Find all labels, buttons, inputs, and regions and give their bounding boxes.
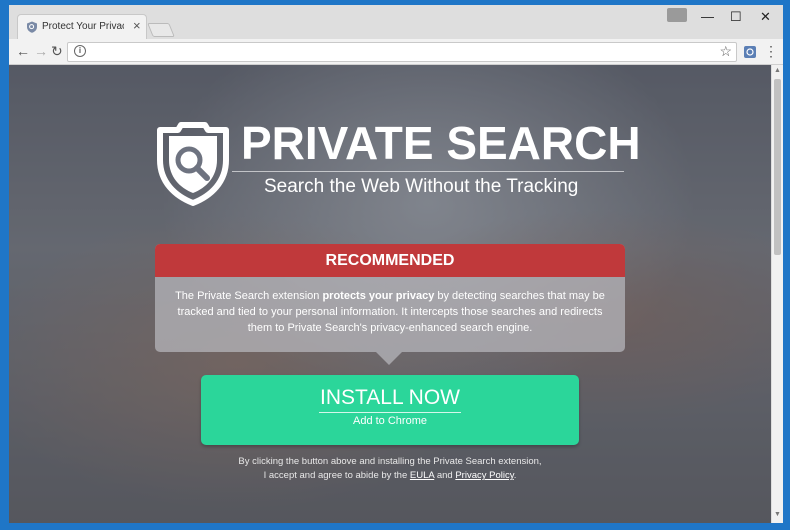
description-bold: protects your privacy — [322, 290, 435, 302]
legal-notice: By clicking the button above and install… — [209, 455, 571, 483]
recommended-panel: RECOMMENDED The Private Search extension… — [155, 244, 625, 365]
install-divider — [319, 412, 461, 413]
browser-tab[interactable]: Protect Your Privacy with × — [17, 14, 147, 39]
scroll-up-icon[interactable]: ▲ — [774, 67, 781, 74]
privacy-policy-link[interactable]: Privacy Policy — [455, 470, 513, 481]
recommended-description: The Private Search extension protects yo… — [169, 288, 611, 336]
description-part1: The Private Search extension — [175, 290, 323, 302]
install-now-label: INSTALL NOW — [319, 386, 461, 409]
brand-tagline: Search the Web Without the Tracking — [264, 176, 579, 197]
new-tab-button[interactable] — [147, 23, 175, 37]
legal-line1: By clicking the button above and install… — [238, 456, 542, 467]
install-now-button[interactable]: INSTALL NOW Add to Chrome — [201, 375, 579, 445]
scroll-down-icon[interactable]: ▼ — [774, 511, 781, 518]
shield-logo-icon — [157, 122, 229, 206]
shield-favicon-icon — [27, 21, 37, 33]
minimize-button[interactable]: — — [701, 9, 714, 25]
reload-icon[interactable]: ↻ — [51, 43, 63, 59]
info-icon[interactable]: i — [74, 45, 86, 57]
eula-link[interactable]: EULA — [410, 470, 434, 481]
browser-window: Protect Your Privacy with × — ☐ ✕ ← → ↻ … — [9, 5, 783, 523]
profile-icon[interactable] — [667, 8, 687, 22]
brand-title: PRIVATE SEARCH — [241, 117, 641, 169]
add-to-chrome-label: Add to Chrome — [353, 415, 427, 427]
pointer-arrow — [376, 352, 402, 365]
title-bar: Protect Your Privacy with × — ☐ ✕ — [9, 5, 783, 39]
close-window-button[interactable]: ✕ — [760, 9, 771, 25]
back-icon[interactable]: ← — [16, 43, 30, 59]
forward-icon[interactable]: → — [34, 43, 48, 59]
tab-close-icon[interactable]: × — [133, 19, 141, 33]
vertical-scrollbar[interactable]: ▲ ▼ — [771, 65, 783, 523]
brand-divider — [232, 171, 624, 172]
bookmark-star-icon[interactable]: ☆ — [719, 43, 732, 60]
legal-suffix: . — [513, 470, 517, 481]
browser-toolbar: ← → ↻ i ☆ ⋮ — [9, 39, 783, 65]
tab-title: Protect Your Privacy with — [42, 21, 124, 32]
page-viewport: PRIVATE SEARCH Search the Web Without th… — [9, 65, 771, 523]
legal-line2-prefix: I accept and agree to abide by the — [263, 470, 410, 481]
recommended-header: RECOMMENDED — [155, 244, 625, 277]
legal-and: and — [434, 470, 456, 481]
scrollbar-thumb[interactable] — [774, 79, 781, 255]
extension-icon[interactable] — [744, 46, 756, 58]
address-bar[interactable]: i ☆ — [67, 42, 737, 62]
maximize-button[interactable]: ☐ — [730, 9, 742, 25]
menu-icon[interactable]: ⋮ — [764, 43, 778, 59]
